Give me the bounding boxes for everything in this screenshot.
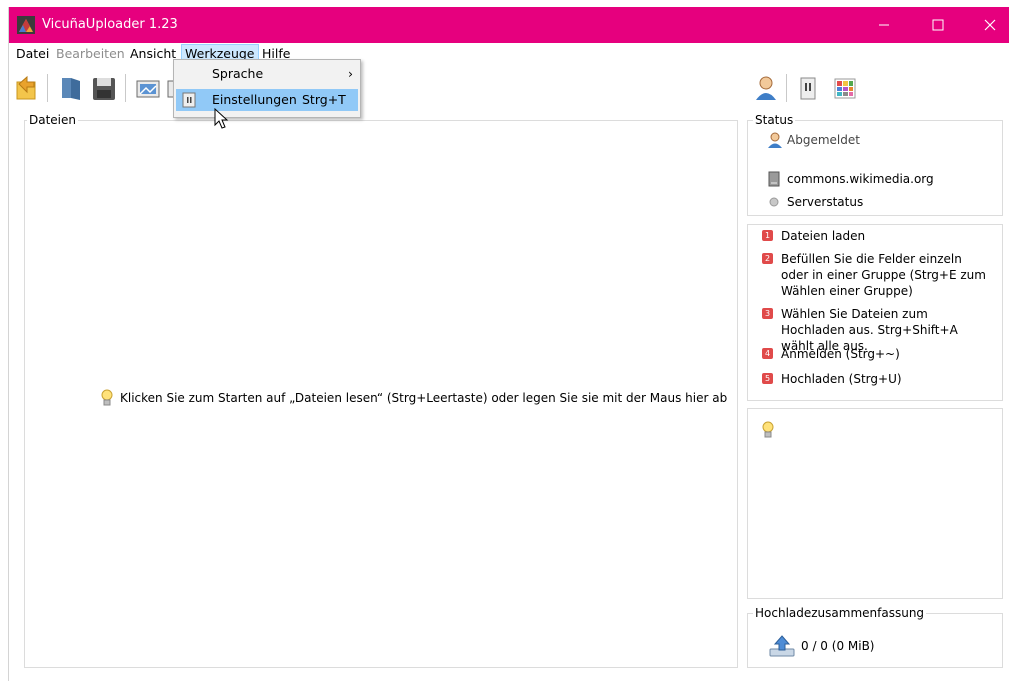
server-icon: [768, 171, 780, 187]
step-text: Anmelden (Strg+~): [781, 347, 900, 361]
upload-icon: [769, 635, 795, 657]
step-badge: 3: [762, 308, 773, 319]
step-item: 5 Hochladen (Strg+U): [762, 371, 987, 387]
files-hint: Klicken Sie zum Starten auf „Dateien les…: [100, 389, 727, 407]
toolbar-separator: [47, 74, 48, 102]
lightbulb-icon: [101, 389, 113, 406]
settings-icon: [182, 92, 196, 108]
app-window: VicuñaUploader 1.23 Datei Bearbeiten Ans…: [8, 7, 1009, 681]
close-icon: [984, 19, 996, 31]
menu-bearbeiten[interactable]: Bearbeiten: [53, 45, 128, 63]
lightbulb-icon: [762, 421, 774, 438]
tip-panel: [747, 408, 1003, 599]
maximize-icon: [932, 19, 944, 31]
close-button[interactable]: [964, 7, 1009, 43]
werkzeuge-dropdown: Sprache › Einstellungen Strg+T: [173, 59, 361, 118]
serverstatus-text: Serverstatus: [787, 195, 864, 209]
menu-bar: Datei Bearbeiten Ansicht Werkzeuge Hilfe: [9, 43, 1009, 65]
upload-summary-value: 0 / 0 (0 MiB): [801, 639, 875, 653]
save-icon[interactable]: [91, 74, 117, 102]
serverstatus-row: Serverstatus: [767, 195, 863, 209]
step-text: Befüllen Sie die Felder einzeln oder in …: [781, 252, 986, 298]
window-title: VicuñaUploader 1.23: [42, 17, 178, 32]
settings-panel-icon[interactable]: [795, 74, 821, 102]
toolbar-separator: [125, 74, 126, 102]
status-dot-icon: [769, 197, 779, 207]
maximize-button[interactable]: [912, 7, 964, 43]
step-item: 2 Befüllen Sie die Felder einzeln oder i…: [762, 251, 987, 299]
user-icon[interactable]: [753, 74, 779, 102]
server-name: commons.wikimedia.org: [787, 172, 934, 186]
server-row: commons.wikimedia.org: [767, 171, 934, 187]
step-item: 4 Anmelden (Strg+~): [762, 346, 987, 362]
step-text: Dateien laden: [781, 229, 866, 243]
menu-item-einstellungen-shortcut: Strg+T: [302, 92, 346, 107]
edit-image-icon[interactable]: [135, 74, 161, 102]
login-status-text: Abgemeldet: [787, 133, 860, 147]
status-title: Status: [753, 113, 796, 127]
menu-item-sprache[interactable]: Sprache ›: [176, 63, 358, 85]
menu-item-sprache-label: Sprache: [212, 66, 264, 81]
menu-ansicht[interactable]: Ansicht: [127, 45, 179, 63]
toolbar: [9, 65, 1009, 111]
minimize-icon: [879, 24, 889, 26]
step-badge: 4: [762, 348, 773, 359]
color-palette-icon[interactable]: [832, 74, 858, 102]
app-logo-icon: [17, 16, 35, 34]
open-book-icon[interactable]: [58, 74, 84, 102]
step-badge: 5: [762, 373, 773, 384]
menu-datei[interactable]: Datei: [13, 45, 52, 63]
menu-item-einstellungen[interactable]: Einstellungen Strg+T: [176, 89, 358, 111]
load-files-icon[interactable]: [14, 74, 40, 102]
title-bar: VicuñaUploader 1.23: [9, 7, 1009, 43]
submenu-arrow-icon: ›: [348, 66, 353, 81]
step-item: 1 Dateien laden: [762, 228, 987, 244]
step-badge: 1: [762, 230, 773, 241]
minimize-button[interactable]: [858, 7, 910, 43]
toolbar-separator: [786, 74, 787, 102]
step-badge: 2: [762, 253, 773, 264]
user-icon: [768, 132, 782, 148]
upload-summary-row: 0 / 0 (0 MiB): [769, 635, 875, 657]
mouse-cursor-icon: [214, 108, 229, 129]
upload-summary-title: Hochladezusammenfassung: [753, 606, 927, 620]
login-status: Abgemeldet: [767, 132, 860, 148]
files-hint-text: Klicken Sie zum Starten auf „Dateien les…: [120, 391, 728, 405]
files-panel-title: Dateien: [27, 113, 79, 127]
step-text: Hochladen (Strg+U): [781, 372, 902, 386]
